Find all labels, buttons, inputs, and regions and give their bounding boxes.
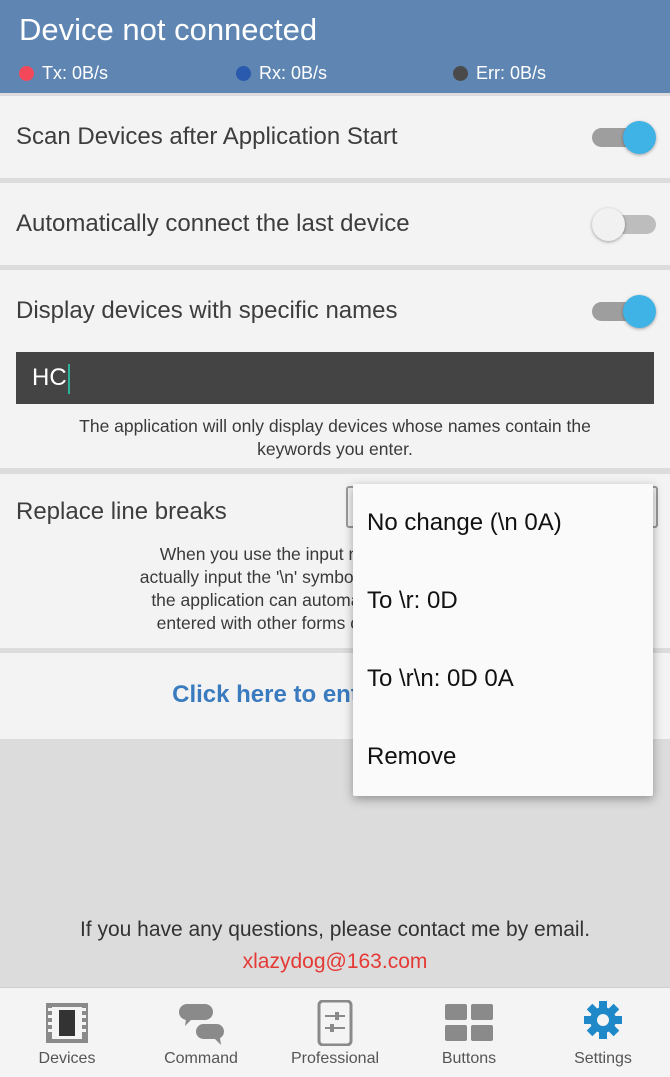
tab-label: Devices xyxy=(38,1050,96,1067)
contact-email[interactable]: xlazydog@163.com xyxy=(0,950,670,974)
rx-dot-icon xyxy=(236,66,251,81)
filter-names-help: The application will only display device… xyxy=(40,415,630,461)
dropdown-option-to-cr[interactable]: To \r: 0D xyxy=(367,587,458,615)
auto-connect-toggle[interactable] xyxy=(592,206,656,242)
err-rate-text: Err: 0B/s xyxy=(476,63,547,83)
filter-names-toggle[interactable] xyxy=(592,293,656,329)
setting-scan-on-start: Scan Devices after Application Start xyxy=(0,96,670,178)
grid-buttons-icon xyxy=(445,1004,493,1041)
name-filter-value: HC xyxy=(32,364,67,391)
dropdown-option-no-change[interactable]: No change (\n 0A) xyxy=(367,509,562,537)
connection-status-title: Device not connected xyxy=(19,12,318,47)
gear-icon xyxy=(584,1001,622,1039)
tab-label: Command xyxy=(164,1050,238,1067)
tab-devices[interactable]: Devices xyxy=(0,988,134,1077)
line-break-dropdown: No change (\n 0A) To \r: 0D To \r\n: 0D … xyxy=(353,484,653,796)
help-line: The application will only display device… xyxy=(79,416,591,436)
name-filter-input[interactable]: HC xyxy=(16,352,654,404)
tab-label: Buttons xyxy=(441,1050,497,1067)
scan-on-start-toggle[interactable] xyxy=(592,119,656,155)
tx-dot-icon xyxy=(19,66,34,81)
line-breaks-label: Replace line breaks xyxy=(16,498,227,525)
contact-text: If you have any questions, please contac… xyxy=(79,918,591,941)
err-rate: Err: 0B/s xyxy=(453,63,546,84)
setting-auto-connect: Automatically connect the last device xyxy=(0,183,670,265)
tab-professional[interactable]: Professional xyxy=(268,988,402,1077)
rx-rate-text: Rx: 0B/s xyxy=(259,63,328,83)
setting-filter-names: Display devices with specific names HC T… xyxy=(0,270,670,468)
tx-rate: Tx: 0B/s xyxy=(19,63,108,84)
device-chip-icon xyxy=(46,1003,88,1043)
dropdown-option-to-crlf[interactable]: To \r\n: 0D 0A xyxy=(367,665,514,693)
tab-command[interactable]: Command xyxy=(134,988,268,1077)
toggle-thumb xyxy=(623,295,656,328)
tab-settings[interactable]: Settings xyxy=(536,988,670,1077)
text-caret xyxy=(67,363,70,394)
tab-label: Professional xyxy=(290,1050,380,1067)
help-line: keywords you enter. xyxy=(257,439,413,459)
tx-rate-text: Tx: 0B/s xyxy=(42,63,109,83)
filter-names-label: Display devices with specific names xyxy=(16,297,398,324)
status-header: Device not connected Tx: 0B/s Rx: 0B/s E… xyxy=(0,0,670,93)
err-dot-icon xyxy=(453,66,468,81)
tab-buttons[interactable]: Buttons xyxy=(402,988,536,1077)
bottom-navigation: Devices Command Professional Buttons Set… xyxy=(0,987,670,1077)
auto-connect-label: Automatically connect the last device xyxy=(16,210,410,237)
rx-rate: Rx: 0B/s xyxy=(236,63,327,84)
phone-sliders-icon xyxy=(317,1000,353,1046)
chat-bubbles-icon xyxy=(179,1004,224,1045)
toggle-thumb xyxy=(592,208,625,241)
scan-on-start-label: Scan Devices after Application Start xyxy=(16,123,398,150)
tab-label: Settings xyxy=(574,1050,632,1067)
toggle-thumb xyxy=(623,121,656,154)
dropdown-option-remove[interactable]: Remove xyxy=(367,743,456,771)
